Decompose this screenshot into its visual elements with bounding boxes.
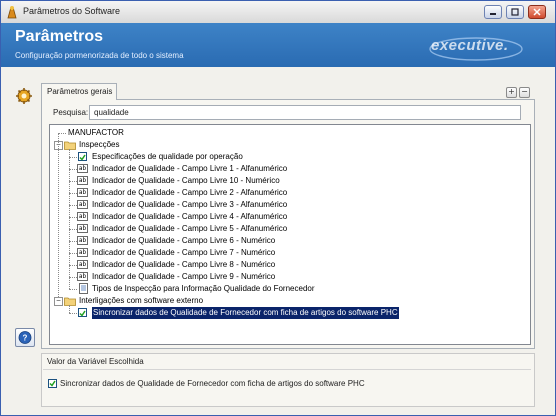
tree-item-label: Indicador de Qualidade - Campo Livre 2 -…: [92, 188, 288, 197]
text-field-icon: ab: [77, 224, 88, 233]
text-field-icon: ab: [77, 272, 88, 281]
tree-item-label: Indicador de Qualidade - Campo Livre 1 -…: [92, 164, 288, 173]
text-field-icon: ab: [77, 188, 88, 197]
tree-connector: [69, 149, 70, 289]
tree-group-label: Inspecções: [79, 140, 120, 149]
gear-icon: [16, 88, 32, 104]
tree-connector: [69, 313, 77, 314]
tree-item-label: Indicador de Qualidade - Campo Livre 5 -…: [92, 224, 288, 233]
tree-connector: [69, 205, 77, 206]
tree-root-label: MANUFACTOR: [68, 128, 124, 137]
minimize-button[interactable]: [484, 5, 502, 19]
search-label: Pesquisa:: [53, 108, 89, 117]
tree-connector: [69, 157, 77, 158]
tree-item-label: Indicador de Qualidade - Campo Livre 9 -…: [92, 272, 276, 281]
search-input[interactable]: [89, 105, 521, 120]
tree-item-row[interactable]: Especificações de qualidade por operação: [50, 151, 530, 163]
brand-logo: executive.: [431, 37, 509, 54]
document-icon: [79, 283, 88, 294]
tree-item-row[interactable]: ab Indicador de Qualidade - Campo Livre 3…: [50, 199, 530, 211]
checkmark-icon: [49, 380, 56, 387]
text-field-icon: ab: [77, 200, 88, 209]
close-icon: [533, 8, 541, 16]
svg-text:?: ?: [23, 334, 28, 343]
expand-toggle-icon[interactable]: −: [54, 297, 63, 306]
tab-parametros-gerais[interactable]: Parâmetros gerais: [41, 83, 117, 100]
maximize-button[interactable]: [506, 5, 524, 19]
tree-group-label: Interligações com software externo: [79, 296, 204, 305]
settings-tree[interactable]: MANUFACTOR − Inspecções Especificações de q…: [49, 124, 531, 345]
tree-item-row[interactable]: ab Indicador de Qualidade - Campo Livre 1…: [50, 175, 530, 187]
tree-root-row[interactable]: MANUFACTOR: [50, 127, 530, 139]
app-icon: [7, 6, 17, 19]
folder-icon: [64, 141, 76, 150]
tree-item-label: Tipos de Inspecção para Informação Quali…: [92, 284, 315, 293]
checkbox-icon[interactable]: [78, 152, 87, 161]
close-button[interactable]: [528, 5, 546, 19]
tree-connector: [69, 181, 77, 182]
tree-connector: [69, 241, 77, 242]
page-subtitle: Configuração pormenorizada de todo o sis…: [15, 51, 184, 60]
tree-connector: [69, 193, 77, 194]
tree-item-label: Indicador de Qualidade - Campo Livre 8 -…: [92, 260, 276, 269]
tree-group-row[interactable]: − Inspecções: [50, 139, 530, 151]
remove-button[interactable]: −: [519, 87, 530, 98]
checkmark-icon: [79, 154, 86, 161]
tree-item-label: Indicador de Qualidade - Campo Livre 3 -…: [92, 200, 288, 209]
value-checkbox[interactable]: [48, 379, 57, 388]
text-field-icon: ab: [77, 248, 88, 257]
help-button[interactable]: ?: [15, 328, 35, 347]
checkbox-icon[interactable]: [78, 308, 87, 317]
tree-item-row[interactable]: ab Indicador de Qualidade - Campo Livre 9…: [50, 271, 530, 283]
tree-item-row[interactable]: ab Indicador de Qualidade - Campo Livre 6…: [50, 235, 530, 247]
folder-icon: [64, 297, 76, 306]
tree-group-row[interactable]: − Interligações com software externo: [50, 295, 530, 307]
tree-item-label: Indicador de Qualidade - Campo Livre 4 -…: [92, 212, 288, 221]
help-icon: ?: [18, 331, 32, 344]
tree-connector: [58, 133, 66, 134]
tree-item-row[interactable]: Sincronizar dados de Qualidade de Fornec…: [50, 306, 530, 320]
text-field-icon: ab: [77, 236, 88, 245]
text-field-icon: ab: [77, 260, 88, 269]
tree-item-label: Sincronizar dados de Qualidade de Fornec…: [91, 306, 400, 320]
tree-connector: [69, 305, 70, 313]
tree-connector: [69, 253, 77, 254]
tree-item-row[interactable]: ab Indicador de Qualidade - Campo Livre 1…: [50, 163, 530, 175]
tree-item-row[interactable]: ab Indicador de Qualidade - Campo Livre 2…: [50, 187, 530, 199]
tree-item-label: Indicador de Qualidade - Campo Livre 7 -…: [92, 248, 276, 257]
tree-connector: [69, 289, 77, 290]
tree-item-row[interactable]: ab Indicador de Qualidade - Campo Livre 7…: [50, 247, 530, 259]
text-field-icon: ab: [77, 164, 88, 173]
title-bar: Parâmetros do Software: [1, 1, 555, 24]
tree-connector: [69, 265, 77, 266]
add-button[interactable]: +: [506, 87, 517, 98]
tree-item-row[interactable]: ab Indicador de Qualidade - Campo Livre 5…: [50, 223, 530, 235]
window-title: Parâmetros do Software: [23, 6, 121, 16]
tree-connector: [58, 133, 59, 297]
main-window: Parâmetros do Software Parâmetros Config…: [0, 0, 556, 416]
tree-item-label: Especificações de qualidade por operação: [92, 152, 243, 161]
tree-item-row[interactable]: ab Indicador de Qualidade - Campo Livre 4…: [50, 211, 530, 223]
tree-connector: [69, 217, 77, 218]
value-panel-title: Valor da Variável Escolhida: [47, 357, 144, 366]
tree-item-row[interactable]: ab Indicador de Qualidade - Campo Livre 8…: [50, 259, 530, 271]
value-checkbox-label: Sincronizar dados de Qualidade de Fornec…: [60, 379, 365, 388]
maximize-icon: [511, 8, 519, 16]
tree-connector: [69, 169, 77, 170]
checkmark-icon: [79, 310, 86, 317]
tree-item-label: Indicador de Qualidade - Campo Livre 10 …: [92, 176, 280, 185]
tree-connector: [69, 229, 77, 230]
page-title: Parâmetros: [15, 28, 104, 45]
text-field-icon: ab: [77, 176, 88, 185]
tree-item-row[interactable]: Tipos de Inspecção para Informação Quali…: [50, 283, 530, 295]
text-field-icon: ab: [77, 212, 88, 221]
minimize-icon: [490, 13, 496, 15]
tree-item-label: Indicador de Qualidade - Campo Livre 6 -…: [92, 236, 276, 245]
document-lines-icon: [81, 285, 86, 291]
value-panel-divider: [43, 369, 531, 370]
header-banner: Parâmetros Configuração pormenorizada de…: [1, 23, 555, 67]
tree-connector: [69, 277, 77, 278]
